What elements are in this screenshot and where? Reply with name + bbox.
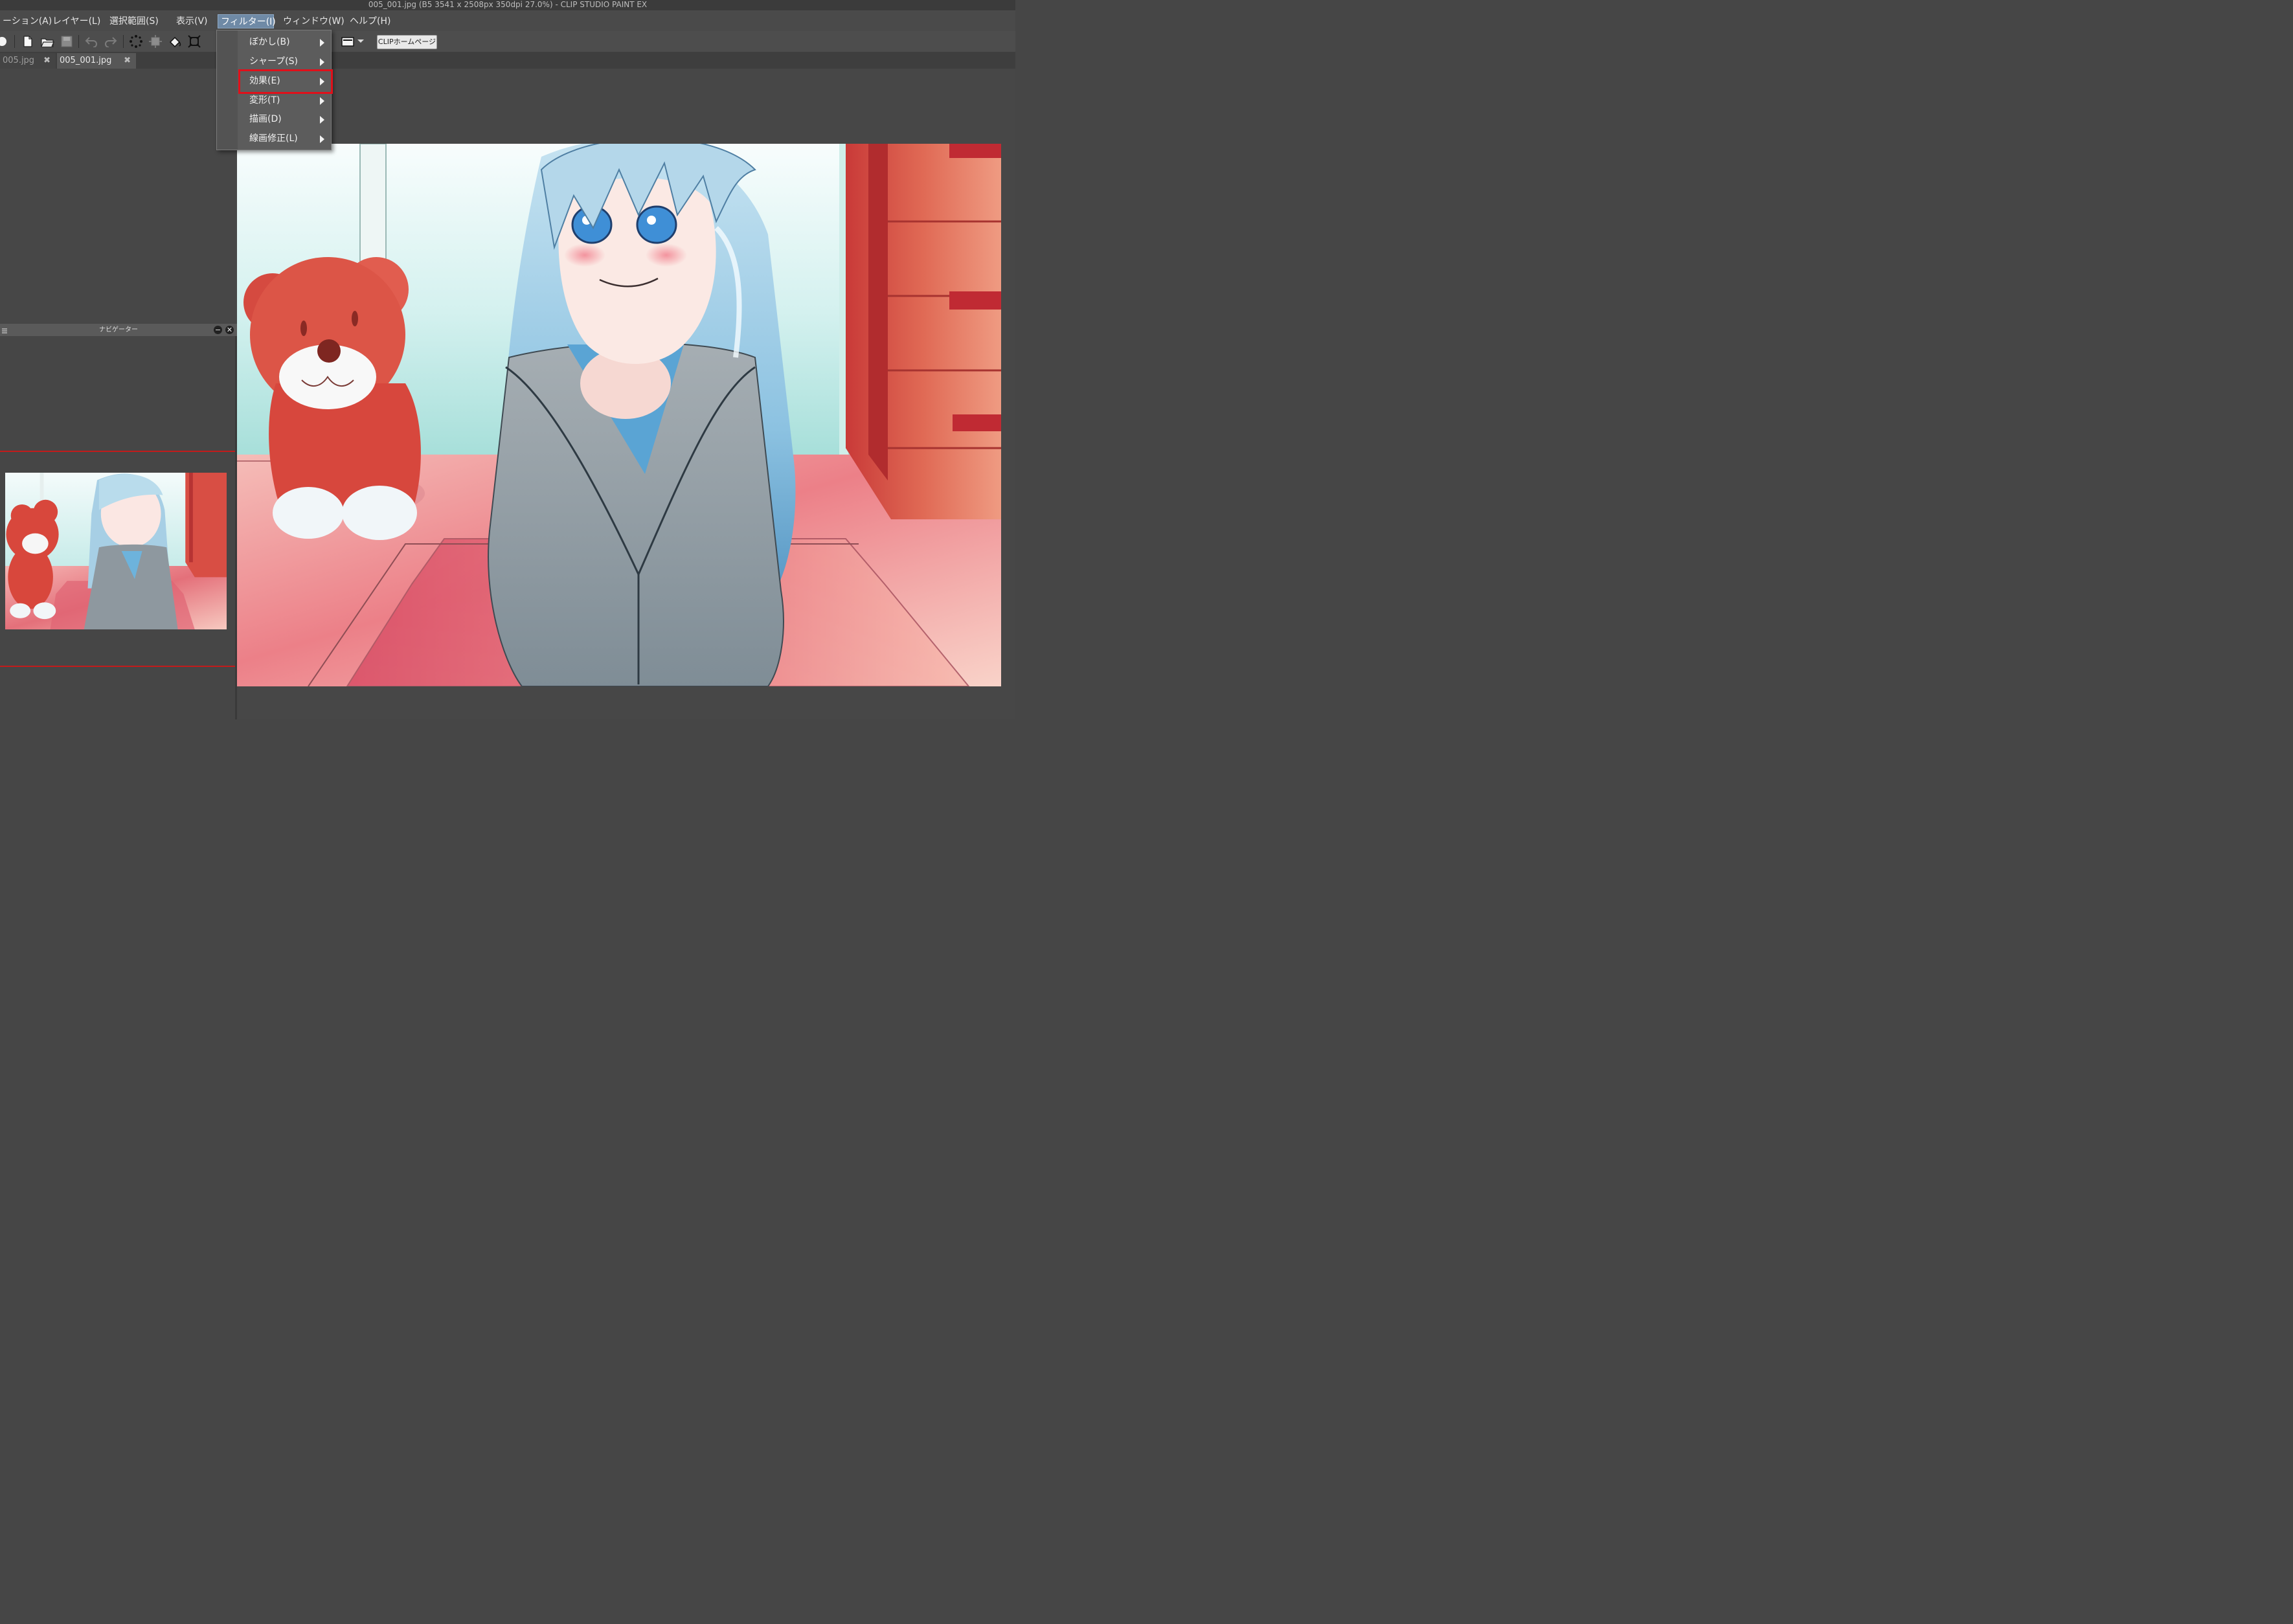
menu-item-blur[interactable]: ぼかし(B) bbox=[217, 33, 331, 51]
navigator-title: ナビゲーター bbox=[99, 326, 138, 333]
canvas-image[interactable] bbox=[237, 137, 1001, 687]
submenu-arrow-icon bbox=[320, 58, 324, 66]
new-file-icon[interactable] bbox=[21, 34, 35, 49]
chevron-down-icon[interactable] bbox=[356, 34, 365, 49]
record-icon[interactable] bbox=[0, 34, 9, 49]
menu-window[interactable]: ウィンドウ(W) bbox=[280, 14, 347, 28]
menu-view[interactable]: 表示(V) bbox=[174, 14, 210, 28]
menu-item-label: 描画(D) bbox=[249, 114, 282, 124]
menu-item-label: 線画修正(L) bbox=[249, 133, 298, 144]
submenu-arrow-icon bbox=[320, 135, 324, 143]
close-icon[interactable]: ✕ bbox=[225, 326, 234, 334]
toolbar-separator bbox=[78, 35, 79, 48]
menu-item-render[interactable]: 描画(D) bbox=[217, 110, 331, 128]
close-icon[interactable]: ✖ bbox=[43, 53, 51, 69]
effect-item-highlight bbox=[238, 69, 333, 94]
document-tab-bar: 005.jpg ✖ 005_001.jpg ✖ bbox=[0, 52, 1015, 69]
undo-icon[interactable] bbox=[84, 34, 98, 49]
menu-filter[interactable]: フィルター(I) bbox=[218, 14, 276, 28]
close-icon[interactable]: ✖ bbox=[124, 53, 131, 69]
title-bar: 005_001.jpg (B5 3541 x 2508px 350dpi 27.… bbox=[0, 0, 1015, 10]
redo-icon[interactable] bbox=[104, 34, 118, 49]
clip-homepage-button[interactable]: CLIPホームページ bbox=[377, 35, 437, 49]
submenu-arrow-icon bbox=[320, 39, 324, 47]
menu-item-line-art-correction[interactable]: 線画修正(L) bbox=[217, 130, 331, 148]
menu-item-sharp[interactable]: シャープ(S) bbox=[217, 52, 331, 71]
menu-item-label: 変形(T) bbox=[249, 95, 280, 106]
menu-item-transform[interactable]: 変形(T) bbox=[217, 91, 331, 109]
crop-icon[interactable] bbox=[187, 34, 201, 49]
menu-bar: ーション(A) レイヤー(L) 選択範囲(S) 表示(V) フィルター(I) ウ… bbox=[0, 10, 1015, 31]
minimize-icon[interactable]: − bbox=[214, 326, 222, 334]
menu-animation[interactable]: ーション(A) bbox=[0, 14, 54, 28]
window-title: 005_001.jpg (B5 3541 x 2508px 350dpi 27.… bbox=[368, 0, 648, 9]
open-folder-icon[interactable] bbox=[40, 34, 54, 49]
menu-item-label: ぼかし(B) bbox=[249, 37, 290, 47]
left-panel-area bbox=[0, 69, 237, 324]
submenu-arrow-icon bbox=[320, 116, 324, 124]
menu-help[interactable]: ヘルプ(H) bbox=[347, 14, 393, 28]
transform-icon[interactable] bbox=[148, 34, 163, 49]
toolbar-separator bbox=[14, 35, 15, 48]
navigator-view-frame-bottom bbox=[0, 666, 235, 667]
tab-005-jpg[interactable]: 005.jpg ✖ bbox=[0, 53, 56, 69]
tab-label: 005.jpg bbox=[3, 56, 35, 65]
frame-icon[interactable] bbox=[341, 34, 355, 49]
toolbar-separator bbox=[123, 35, 124, 48]
tab-label: 005_001.jpg bbox=[60, 56, 112, 65]
submenu-arrow-icon bbox=[320, 97, 324, 105]
selection-dots-icon[interactable] bbox=[129, 34, 143, 49]
menu-layer[interactable]: レイヤー(L) bbox=[50, 14, 103, 28]
save-icon[interactable] bbox=[60, 34, 74, 49]
menu-item-label: シャープ(S) bbox=[249, 56, 298, 67]
navigator-thumbnail[interactable] bbox=[5, 473, 227, 629]
navigator-view-frame-top bbox=[0, 451, 235, 452]
fill-bucket-icon[interactable] bbox=[168, 34, 182, 49]
menu-selection[interactable]: 選択範囲(S) bbox=[107, 14, 161, 28]
toolbar: CLIPホームページ bbox=[0, 31, 1015, 52]
tab-005-001-jpg[interactable]: 005_001.jpg ✖ bbox=[57, 53, 136, 69]
